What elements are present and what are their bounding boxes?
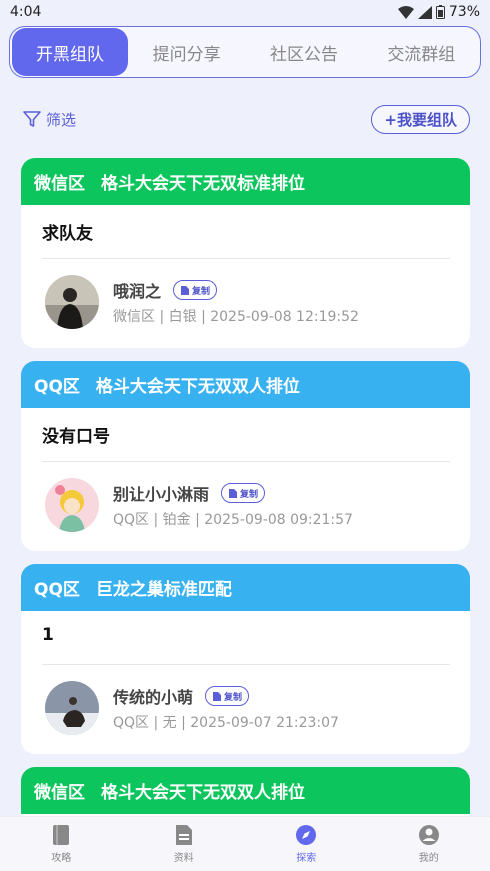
nav-label: 探索 [296,853,317,864]
bottom-navigation: 攻略 资料 探索 我的 [0,816,490,871]
create-team-button[interactable]: +我要组队 [371,104,470,134]
avatar[interactable] [45,478,99,532]
team-post-card[interactable]: QQ区 巨龙之巢标准匹配 1 传统的小萌 复制 QQ区 | 无 | 2025-0… [21,564,470,754]
card-zone: QQ区 [34,580,80,600]
card-header: 微信区 格斗大会天下无双双人排位 [21,767,470,814]
copy-icon [213,691,222,701]
wifi-icon [397,5,414,19]
card-mode: 格斗大会天下无双双人排位 [101,783,305,803]
status-icons: 73% [397,4,480,20]
tab-announcements[interactable]: 社区公告 [245,28,362,76]
filter-label: 筛选 [46,110,77,129]
user-row: 哦润之 复制 微信区 | 白银 | 2025-09-08 12:19:52 [21,259,470,329]
team-post-card[interactable]: 微信区 格斗大会天下无双标准排位 求队友 哦润之 复制 微信区 | 白银 | 2… [21,158,470,348]
username: 传统的小萌 [113,688,194,707]
copy-button[interactable]: 复制 [221,483,266,503]
team-post-card[interactable]: QQ区 格斗大会天下无双双人排位 没有口号 别让小小淋雨 复制 QQ区 | 铂金… [21,361,470,551]
card-mode: 格斗大会天下无双双人排位 [95,377,300,397]
avatar[interactable] [45,681,99,735]
document-icon [175,825,192,845]
card-title: 没有口号 [42,427,110,447]
battery-percent: 73% [448,4,480,20]
nav-guides[interactable]: 攻略 [0,817,123,871]
status-time: 4:04 [10,4,42,20]
nav-label: 攻略 [51,853,72,864]
nav-profile[interactable]: 我的 [368,817,490,871]
copy-label: 复制 [192,286,211,297]
card-title: 求队友 [42,224,93,244]
card-header: 微信区 格斗大会天下无双标准排位 [21,158,470,205]
nav-explore[interactable]: 探索 [245,817,368,871]
filter-row: 筛选 +我要组队 [22,104,470,134]
post-meta: QQ区 | 无 | 2025-09-07 21:23:07 [113,715,339,731]
card-header: QQ区 格斗大会天下无双双人排位 [21,361,470,408]
copy-label: 复制 [240,489,259,500]
book-icon [53,825,70,845]
card-zone: 微信区 [34,174,85,194]
copy-button[interactable]: 复制 [205,686,250,706]
card-mode: 巨龙之巢标准匹配 [95,580,232,600]
user-row: 别让小小淋雨 复制 QQ区 | 铂金 | 2025-09-08 09:21:57 [21,462,470,532]
card-zone: QQ区 [34,377,80,397]
tab-team-up[interactable]: 开黑组队 [12,28,128,76]
username: 别让小小淋雨 [113,485,210,504]
card-zone: 微信区 [34,783,85,803]
filter-button[interactable]: 筛选 [22,109,76,130]
tab-groups[interactable]: 交流群组 [363,28,480,76]
nav-materials[interactable]: 资料 [123,817,246,871]
filter-icon [23,111,41,127]
copy-icon [229,488,238,498]
status-bar: 4:04 73% [0,0,490,24]
avatar[interactable] [45,275,99,329]
username: 哦润之 [113,282,162,301]
card-mode: 格斗大会天下无双标准排位 [101,174,305,194]
card-title: 1 [42,625,54,645]
category-tabs: 开黑组队 提问分享 社区公告 交流群组 [9,26,481,78]
copy-label: 复制 [224,692,243,703]
nav-label: 资料 [173,853,194,864]
profile-icon [418,825,439,845]
user-row: 传统的小萌 复制 QQ区 | 无 | 2025-09-07 21:23:07 [21,665,470,735]
compass-icon [296,825,317,845]
card-header: QQ区 巨龙之巢标准匹配 [21,564,470,611]
copy-icon [181,285,190,295]
signal-icon [417,5,432,19]
post-meta: 微信区 | 白银 | 2025-09-08 12:19:52 [113,309,359,325]
nav-label: 我的 [418,853,439,864]
battery-icon [435,5,445,19]
post-meta: QQ区 | 铂金 | 2025-09-08 09:21:57 [113,512,353,528]
copy-button[interactable]: 复制 [173,280,218,300]
tab-qa-share[interactable]: 提问分享 [128,28,245,76]
